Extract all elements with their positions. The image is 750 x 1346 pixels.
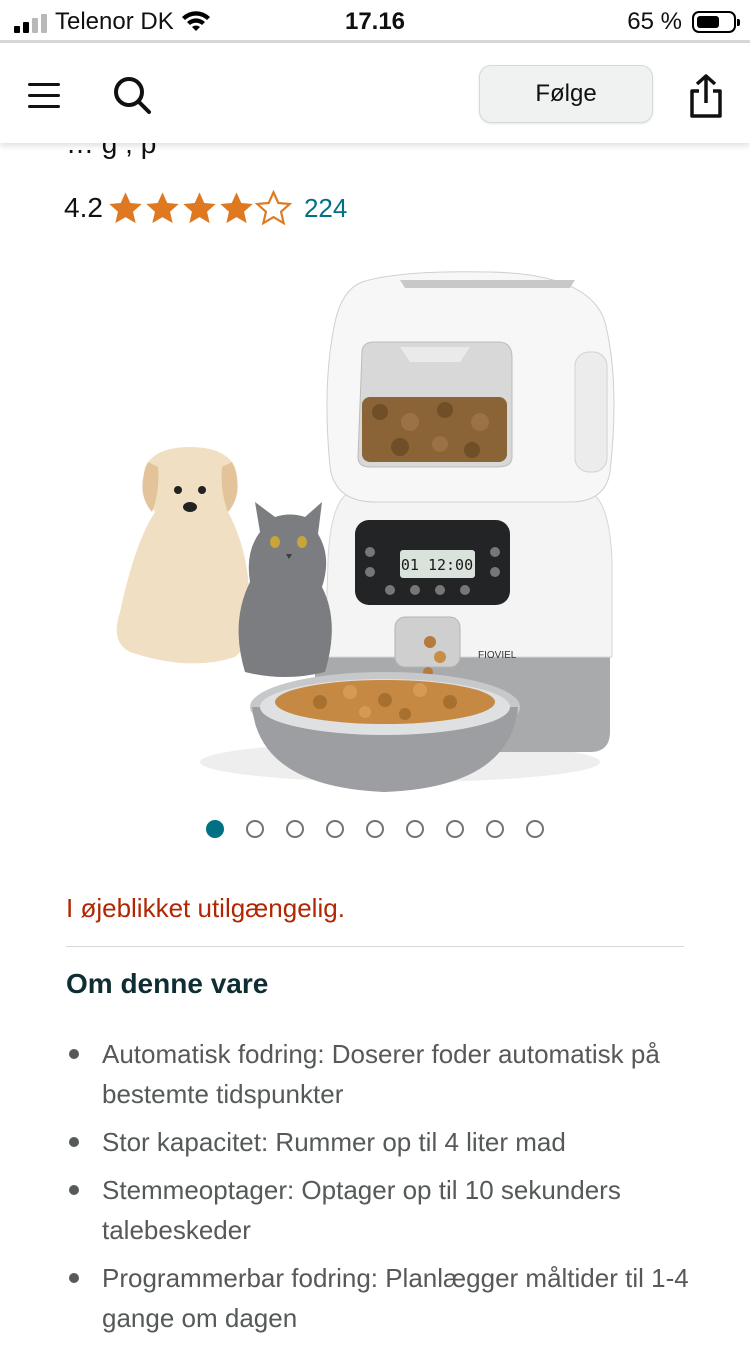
bullet-dot: [69, 1185, 79, 1195]
rating-count-link[interactable]: 224: [304, 193, 347, 224]
about-section-title: Om denne vare: [66, 968, 269, 999]
star-full-icon: [220, 191, 253, 223]
carousel-dot[interactable]: [486, 820, 504, 838]
rating-value: 4.2: [64, 192, 103, 223]
battery-percent: 65 %: [627, 8, 682, 35]
star-full-icon: [183, 191, 216, 223]
availability-status: I øjeblikket utilgængelig.: [66, 893, 345, 923]
carousel-dot[interactable]: [406, 820, 424, 838]
bullet-item: Stor kapacitet: Rummer op til 4 liter ma…: [66, 1122, 696, 1162]
section-divider: [66, 946, 684, 947]
carousel-dot[interactable]: [366, 820, 384, 838]
battery-icon: [692, 11, 740, 33]
bullet-item: Programmerbar fodring: Planlægger måltid…: [66, 1258, 696, 1338]
top-nav: Følge: [0, 43, 750, 143]
search-icon[interactable]: [112, 75, 152, 115]
carousel-dot[interactable]: [446, 820, 464, 838]
status-right: 65 %: [627, 8, 740, 36]
status-bar: Telenor DK 17.16 65 %: [0, 0, 750, 42]
star-empty-icon: [254, 189, 292, 225]
share-icon[interactable]: [688, 73, 724, 119]
product-image[interactable]: 01 12:00 FIOVIEL: [100, 262, 630, 807]
bullet-item: Automatisk fodring: Doserer foder automa…: [66, 1034, 696, 1114]
carousel-dot[interactable]: [326, 820, 344, 838]
display-time: 01 12:00: [401, 556, 473, 574]
bullet-dot: [69, 1137, 79, 1147]
rating-row[interactable]: 4.2 224: [64, 186, 347, 230]
image-carousel-dots[interactable]: [0, 820, 750, 838]
bullet-text: Stemmeoptager: Optager op til 10 sekunde…: [102, 1175, 621, 1245]
carousel-dot[interactable]: [246, 820, 264, 838]
bullet-text: Programmerbar fodring: Planlægger måltid…: [102, 1263, 689, 1333]
bullet-text: Automatisk fodring: Doserer foder automa…: [102, 1039, 660, 1109]
carousel-dot-active[interactable]: [206, 820, 224, 838]
star-full-icon: [109, 191, 142, 223]
bullet-dot: [69, 1049, 79, 1059]
product-logo: FIOVIEL: [478, 650, 517, 661]
hamburger-menu-icon[interactable]: [28, 83, 60, 116]
bullet-item: Stemmeoptager: Optager op til 10 sekunde…: [66, 1170, 696, 1250]
bullet-dot: [69, 1273, 79, 1283]
follow-button[interactable]: Følge: [479, 65, 653, 123]
bullet-text: Stor kapacitet: Rummer op til 4 liter ma…: [102, 1127, 566, 1157]
about-bullets: Automatisk fodring: Doserer foder automa…: [66, 1034, 696, 1346]
carousel-dot[interactable]: [286, 820, 304, 838]
carousel-dot[interactable]: [526, 820, 544, 838]
star-full-icon: [146, 191, 179, 223]
